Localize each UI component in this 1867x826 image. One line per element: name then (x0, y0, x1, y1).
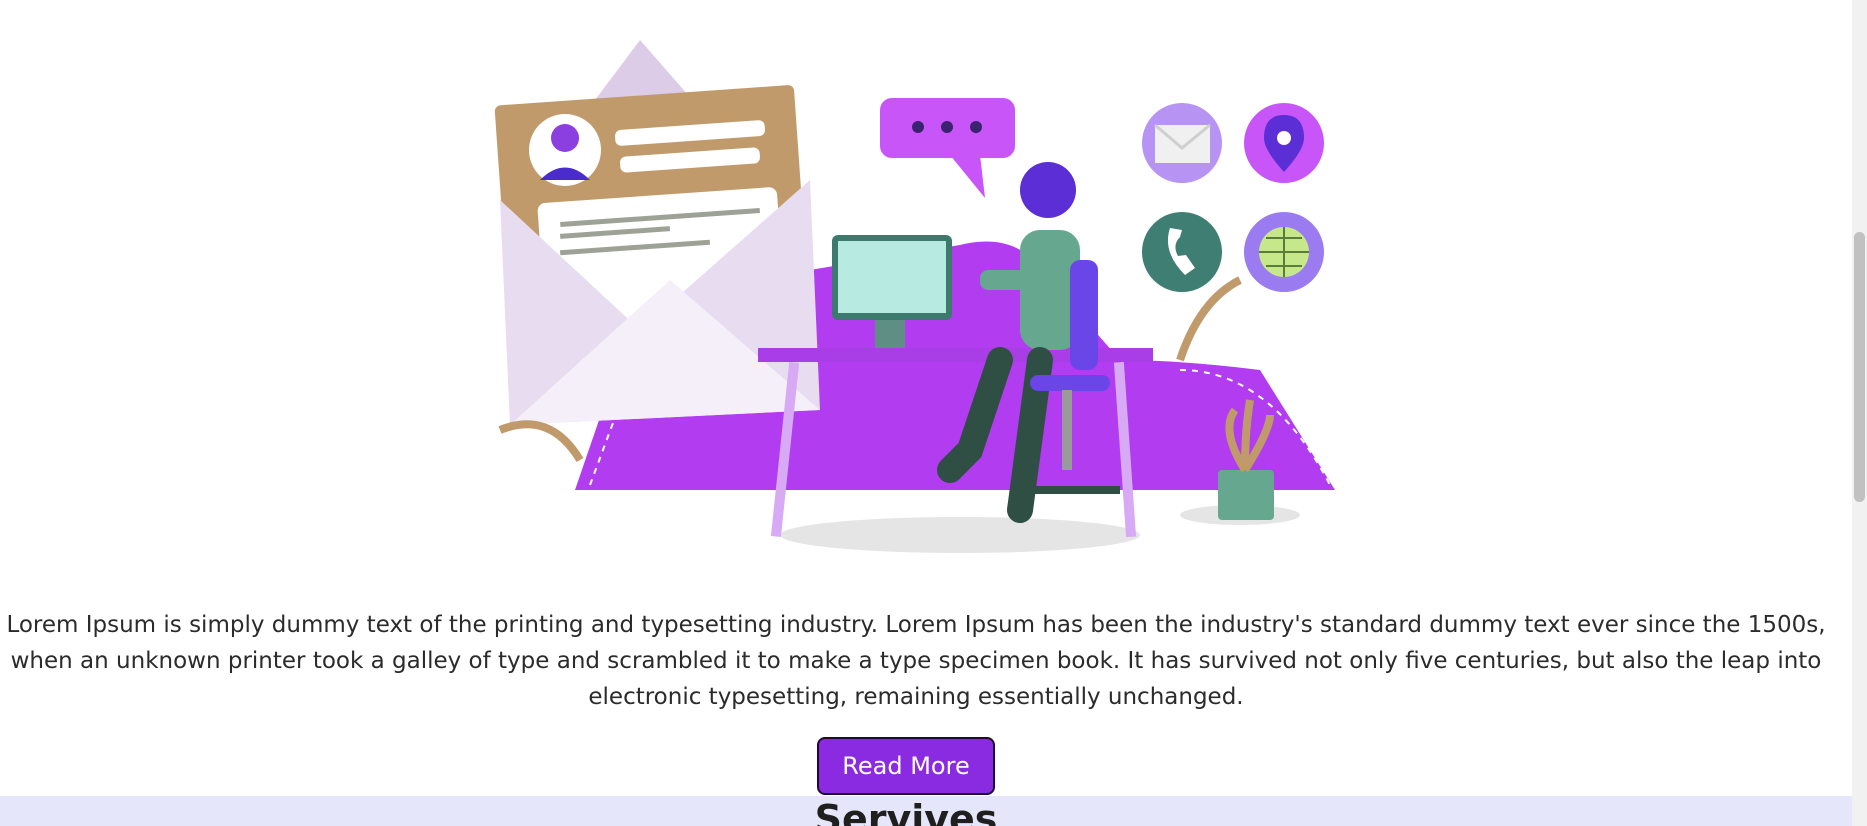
mail-icon (1142, 103, 1222, 183)
location-pin-icon (1244, 103, 1324, 183)
envelope-graphic (494, 40, 820, 425)
phone-icon (1142, 212, 1222, 292)
page: Lorem Ipsum is simply dummy text of the … (0, 0, 1852, 826)
globe-icon (1244, 212, 1324, 292)
speech-bubble-icon (880, 98, 1015, 198)
intro-paragraph: Lorem Ipsum is simply dummy text of the … (6, 612, 1826, 710)
scrollbar[interactable] (1852, 0, 1867, 826)
contact-support-illustration (494, 40, 1335, 553)
services-section: Servives (0, 796, 1852, 826)
services-title: Servives (814, 797, 998, 826)
scrollbar-thumb[interactable] (1854, 232, 1865, 502)
read-more-button[interactable]: Read More (817, 737, 995, 795)
